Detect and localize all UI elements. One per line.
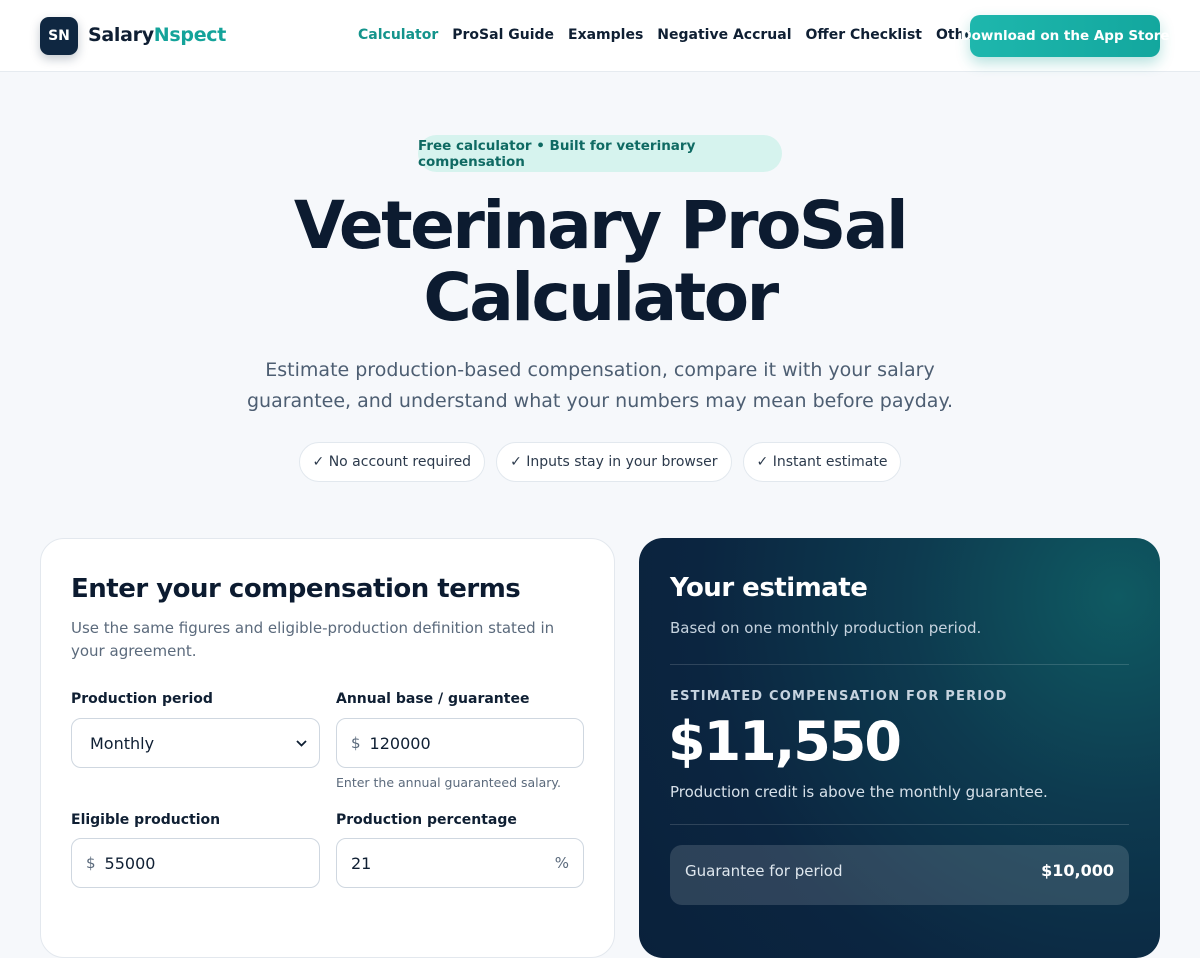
nav-examples[interactable]: Examples <box>568 27 643 43</box>
base-currency-prefix: $ <box>351 734 361 752</box>
chip-instant-estimate: ✓ Instant estimate <box>742 442 902 482</box>
base-hint: Enter the annual guaranteed salary. <box>336 775 562 790</box>
production-input[interactable]: $ 55000 <box>71 838 320 888</box>
period-select[interactable]: Monthly <box>71 718 320 768</box>
compensation-form-card: Enter your compensation terms Use the sa… <box>40 538 615 958</box>
percentage-input-value: 21 <box>351 853 372 873</box>
estimate-divider <box>670 664 1129 665</box>
brand-name-part2: Nspect <box>153 24 227 46</box>
brand-name-part1: Salary <box>88 24 154 46</box>
hero-badge: Free calculator • Built for veterinary c… <box>418 135 782 172</box>
percent-suffix: % <box>554 854 569 872</box>
logo-badge[interactable]: SN <box>40 17 78 55</box>
page-title-line2: Calculator <box>423 259 779 336</box>
nav-prosal-guide[interactable]: ProSal Guide <box>452 27 554 43</box>
app-store-button[interactable]: Download on the App Store <box>960 15 1170 57</box>
feature-chips: ✓ No account required ✓ Inputs stay in y… <box>0 442 1200 482</box>
percentage-label: Production percentage <box>336 812 517 828</box>
estimate-title: Your estimate <box>670 573 868 603</box>
period-select-value: Monthly <box>90 733 155 753</box>
guarantee-row-value: $10,000 <box>1041 861 1114 880</box>
percentage-input[interactable]: 21 % <box>336 838 584 888</box>
page-title: Veterinary ProSal Calculator <box>200 190 1000 334</box>
estimate-description: Based on one monthly production period. <box>670 619 982 637</box>
period-label: Production period <box>71 691 213 707</box>
estimate-card: Your estimate Based on one monthly produ… <box>639 538 1160 958</box>
base-input-value: 120000 <box>369 733 431 753</box>
base-input[interactable]: $ 120000 <box>336 718 584 768</box>
page-title-line1: Veterinary ProSal <box>293 187 909 264</box>
chevron-down-icon <box>296 736 307 750</box>
guarantee-row-label: Guarantee for period <box>685 862 843 880</box>
chip-browser-inputs: ✓ Inputs stay in your browser <box>496 442 732 482</box>
page-subtitle: Estimate production-based compensation, … <box>246 359 954 412</box>
estimate-divider <box>670 824 1129 825</box>
site-header: SN SalaryNspect Calculator ProSal Guide … <box>0 0 1200 72</box>
nav-calculator[interactable]: Calculator <box>358 27 438 43</box>
nav-negative-accrual[interactable]: Negative Accrual <box>657 27 791 43</box>
chip-no-account: ✓ No account required <box>298 442 486 482</box>
brand-name[interactable]: SalaryNspect <box>88 24 226 46</box>
production-label: Eligible production <box>71 812 221 828</box>
base-label: Annual base / guarantee <box>336 691 530 707</box>
estimate-label: ESTIMATED COMPENSATION FOR PERIOD <box>670 689 1008 704</box>
estimate-note: Production credit is above the monthly g… <box>670 783 1048 801</box>
form-description: Use the same figures and eligible-produc… <box>71 619 555 660</box>
estimate-amount: $11,550 <box>668 710 902 773</box>
nav-offer-checklist[interactable]: Offer Checklist <box>806 27 922 43</box>
guarantee-row: Guarantee for period $10,000 <box>670 845 1129 905</box>
form-title: Enter your compensation terms <box>71 574 521 604</box>
production-input-value: 55000 <box>104 853 156 873</box>
main-nav: Calculator ProSal Guide Examples Negativ… <box>358 27 1047 43</box>
production-currency-prefix: $ <box>86 854 96 872</box>
